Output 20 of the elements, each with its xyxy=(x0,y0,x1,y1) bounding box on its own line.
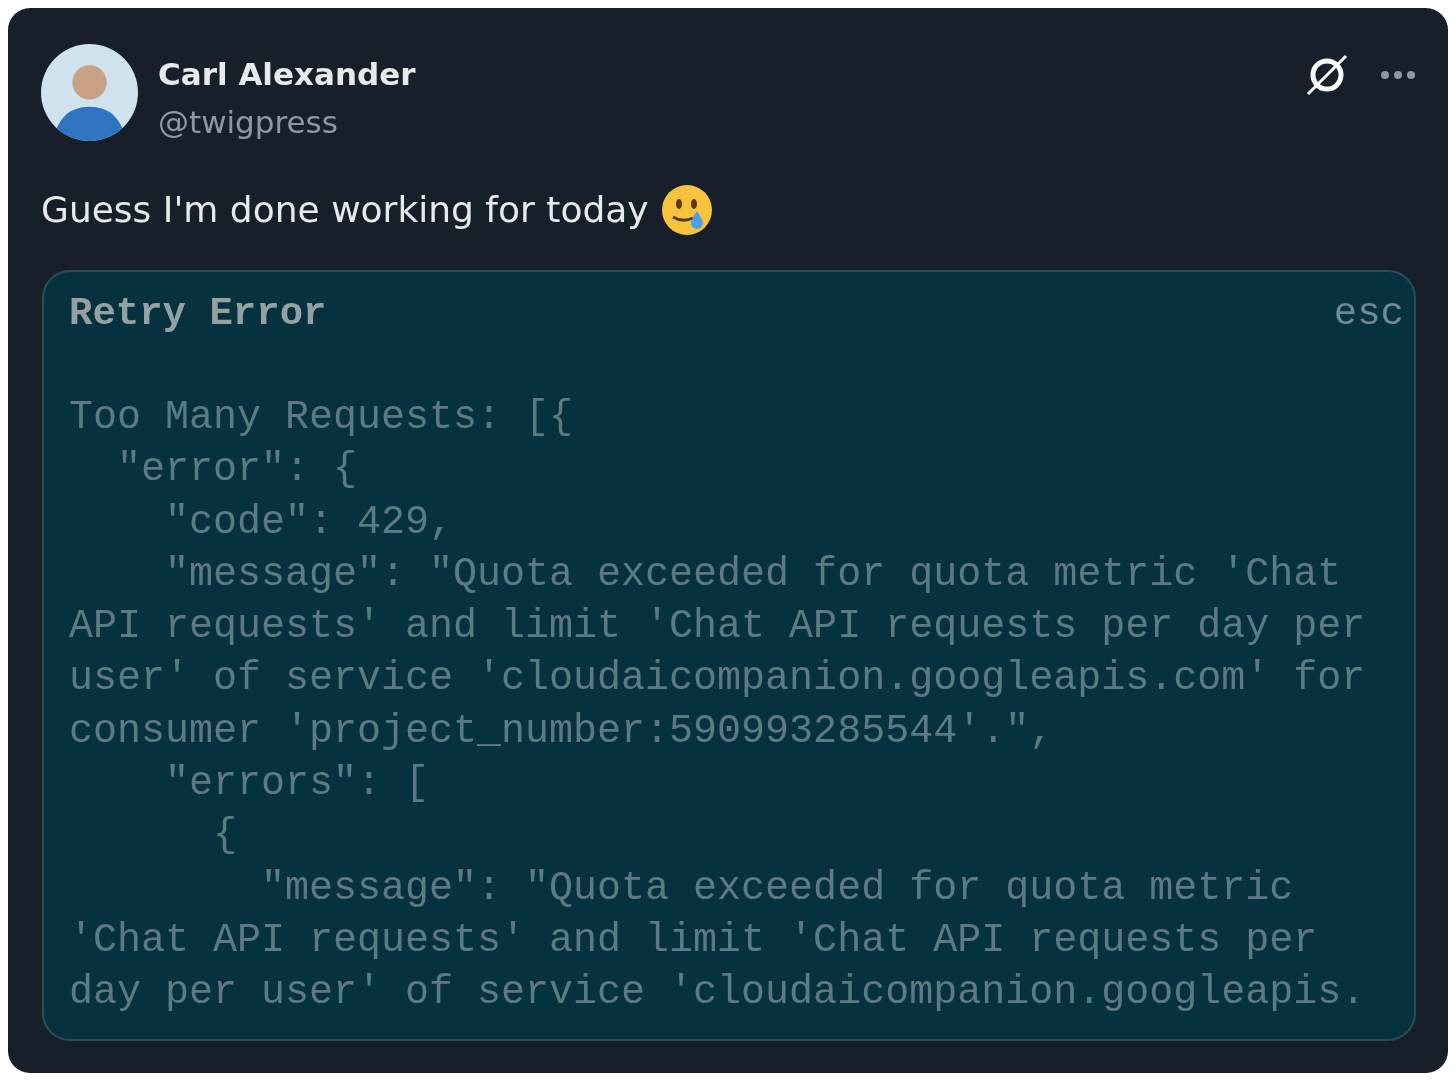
code-line: consumer 'project_number:590993285544'.", xyxy=(69,707,1055,756)
code-line: user' of service 'cloudaicompanion.googleapis.com' for xyxy=(69,655,1367,704)
author-name[interactable]: Carl Alexander xyxy=(158,50,416,98)
code-line: Too Many Requests: [{ xyxy=(69,394,575,442)
code-line: day per user' of service 'cloudaicompanion.googleapis. xyxy=(69,969,1367,1018)
smiling-face-with-tear-icon xyxy=(660,184,713,236)
more-icon[interactable] xyxy=(1380,70,1416,80)
code-line: 'Chat API requests' and limit 'Chat API requests per xyxy=(69,916,1319,965)
post-text: Guess I'm done working for today xyxy=(41,188,649,232)
slashed-circle-icon[interactable] xyxy=(1304,52,1350,98)
code-line: "errors": [ xyxy=(164,760,431,809)
code-line: { xyxy=(212,812,239,861)
code-line: "message": "Quota exceeded for quota metric xyxy=(260,864,1295,913)
panel-title: Retry Error xyxy=(69,291,327,338)
code-line: "message": "Quota exceeded for quota metric 'Chat xyxy=(164,550,1343,599)
code-line: "error": { xyxy=(116,446,359,495)
author-handle[interactable]: @twigpress xyxy=(158,98,416,146)
code-line: "code": 429, xyxy=(164,498,455,547)
code-line: API requests' and limit 'Chat API requests per day per xyxy=(69,603,1367,652)
esc-hint[interactable]: esc xyxy=(1333,290,1404,338)
